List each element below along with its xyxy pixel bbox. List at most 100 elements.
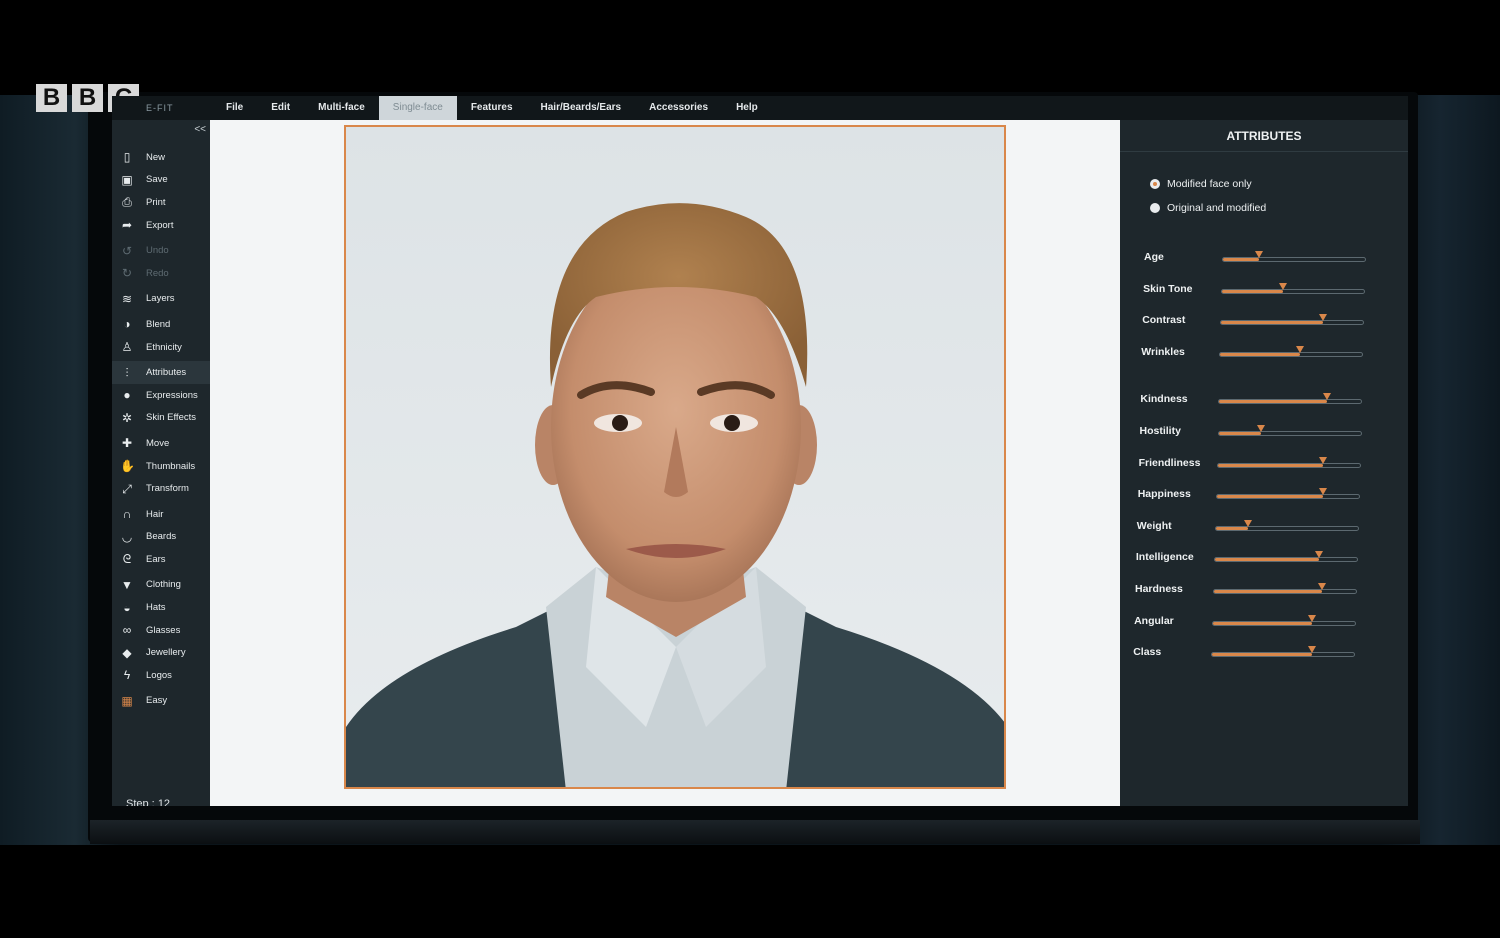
tool-save[interactable]: ▣ Save bbox=[112, 169, 210, 192]
slider-track[interactable] bbox=[1218, 393, 1363, 405]
slider-track[interactable] bbox=[1215, 488, 1360, 500]
layers-icon: ≋ bbox=[121, 291, 133, 306]
tool-clothing[interactable]: ▼ Clothing bbox=[112, 574, 210, 597]
slider-track[interactable] bbox=[1220, 314, 1365, 326]
tool-glasses[interactable]: ∞ Glasses bbox=[112, 619, 210, 642]
tool-logos[interactable]: ϟ Logos bbox=[112, 664, 210, 687]
tool-new[interactable]: ▯ New bbox=[112, 146, 210, 169]
slider-label: Intelligence bbox=[1135, 551, 1194, 564]
tool-move[interactable]: ✚ Move bbox=[112, 432, 210, 455]
tool-ethnicity[interactable]: ♙ Ethnicity bbox=[112, 336, 210, 359]
tool-label: Beards bbox=[146, 531, 177, 543]
tool-label: Glasses bbox=[146, 624, 181, 636]
slider-thumb[interactable] bbox=[1314, 551, 1323, 559]
slider-thumb[interactable] bbox=[1323, 393, 1332, 401]
menu-file[interactable]: File bbox=[212, 96, 257, 120]
tool-export[interactable]: ➦ Export bbox=[112, 214, 210, 237]
slider-track[interactable] bbox=[1219, 345, 1364, 357]
slider-friendliness: Friendliness bbox=[1120, 454, 1408, 474]
slider-thumb[interactable] bbox=[1257, 425, 1266, 432]
slider-thumb[interactable] bbox=[1254, 251, 1263, 258]
logo-letter: B bbox=[72, 84, 103, 112]
slider-track[interactable] bbox=[1216, 456, 1361, 468]
slider-track[interactable] bbox=[1213, 551, 1358, 563]
slider-track[interactable] bbox=[1214, 519, 1359, 531]
tool-expressions[interactable]: ● Expressions bbox=[112, 384, 210, 407]
slider-track[interactable] bbox=[1211, 646, 1356, 658]
slider-thumb[interactable] bbox=[1308, 614, 1317, 622]
tool-redo[interactable]: ↻ Redo bbox=[112, 262, 210, 285]
hair-icon: ∩ bbox=[122, 507, 132, 522]
menu-features[interactable]: Features bbox=[457, 96, 527, 120]
glasses-icon: ∞ bbox=[122, 623, 132, 638]
slider-thumb[interactable] bbox=[1318, 456, 1327, 464]
slider-wrinkles: Wrinkles bbox=[1120, 343, 1408, 363]
hand-icon: ✋ bbox=[120, 459, 135, 474]
sparkle-icon: ✲ bbox=[121, 410, 133, 425]
tool-label: Clothing bbox=[146, 579, 181, 591]
tool-print[interactable]: ⎙ Print bbox=[112, 191, 210, 214]
slider-track[interactable] bbox=[1217, 425, 1362, 436]
view-option-original-and-modified[interactable]: Original and modified bbox=[1150, 202, 1266, 214]
tool-blend[interactable]: ◑ Blend bbox=[112, 313, 210, 336]
tool-layers[interactable]: ≋ Layers bbox=[112, 288, 210, 311]
slider-track[interactable] bbox=[1221, 282, 1366, 294]
slider-label: Contrast bbox=[1142, 314, 1186, 327]
slider-label: Class bbox=[1133, 646, 1162, 659]
menu-multi-face[interactable]: Multi-face bbox=[304, 96, 379, 120]
tool-attributes[interactable]: ⫶ Attributes bbox=[112, 361, 210, 384]
menu-accessories[interactable]: Accessories bbox=[635, 96, 722, 120]
grid-icon: ▦ bbox=[121, 693, 133, 708]
face-canvas[interactable] bbox=[344, 125, 1006, 789]
app-logo: E-FIT bbox=[146, 103, 174, 113]
tool-easy[interactable]: ▦ Easy bbox=[112, 690, 210, 713]
slider-kindness: Kindness bbox=[1120, 390, 1408, 410]
tool-hair[interactable]: ∩ Hair bbox=[112, 503, 210, 526]
slider-label: Kindness bbox=[1140, 393, 1188, 406]
tool-label: Redo bbox=[146, 267, 169, 279]
slider-fill bbox=[1220, 352, 1300, 356]
slider-track[interactable] bbox=[1213, 583, 1357, 594]
tool-list: ▯ New ▣ Save ⎙ Print ➦ Export ↺ Undo ↻ Redo ≋ Layers ◑… bbox=[112, 146, 210, 712]
radio-selected-icon[interactable] bbox=[1150, 179, 1160, 189]
slider-fill bbox=[1222, 289, 1284, 293]
slider-thumb[interactable] bbox=[1319, 488, 1328, 496]
slider-label: Happiness bbox=[1137, 488, 1191, 501]
tool-hats[interactable]: ◒ Hats bbox=[112, 596, 210, 619]
tool-skin-effects[interactable]: ✲ Skin Effects bbox=[112, 407, 210, 430]
slider-thumb[interactable] bbox=[1279, 282, 1288, 290]
tool-label: Ethnicity bbox=[146, 341, 182, 353]
tool-undo[interactable]: ↺ Undo bbox=[112, 239, 210, 262]
printer-icon: ⎙ bbox=[122, 195, 132, 210]
tool-jewellery[interactable]: ◆ Jewellery bbox=[112, 641, 210, 664]
menu-hair-beards-ears[interactable]: Hair/Beards/Ears bbox=[527, 96, 636, 120]
tool-label: Expressions bbox=[146, 389, 198, 401]
slider-angular: Angular bbox=[1120, 612, 1408, 632]
step-label: Step : bbox=[126, 798, 155, 806]
view-option-modified-only[interactable]: Modified face only bbox=[1150, 178, 1252, 190]
letterbox-bottom bbox=[0, 845, 1500, 938]
tool-thumbnails[interactable]: ✋ Thumbnails bbox=[112, 455, 210, 478]
radio-unselected-icon[interactable] bbox=[1150, 203, 1160, 213]
tool-ears[interactable]: ᘓ Ears bbox=[112, 548, 210, 571]
menu-help[interactable]: Help bbox=[722, 96, 772, 120]
slider-fill bbox=[1213, 621, 1313, 625]
slider-label: Friendliness bbox=[1138, 456, 1201, 469]
tool-label: Jewellery bbox=[146, 647, 186, 659]
file-icon: ▯ bbox=[123, 150, 131, 165]
slider-thumb[interactable] bbox=[1319, 314, 1328, 322]
tool-transform[interactable]: ⤢ Transform bbox=[112, 477, 210, 500]
slider-thumb[interactable] bbox=[1244, 519, 1253, 527]
slider-thumb[interactable] bbox=[1307, 646, 1316, 654]
move-icon: ✚ bbox=[121, 436, 133, 451]
app-window: E-FIT File Edit Multi-face Single-face Featu… bbox=[112, 96, 1408, 806]
slider-thumb[interactable] bbox=[1295, 345, 1304, 353]
menu-single-face[interactable]: Single-face bbox=[378, 96, 457, 120]
slider-track[interactable] bbox=[1222, 251, 1366, 262]
slider-track[interactable] bbox=[1212, 614, 1357, 626]
tool-beards[interactable]: ◡ Beards bbox=[112, 526, 210, 549]
collapse-toolbar-button[interactable]: << bbox=[194, 124, 206, 135]
slider-thumb[interactable] bbox=[1317, 583, 1326, 590]
menu-edit[interactable]: Edit bbox=[257, 96, 304, 120]
slider-fill bbox=[1218, 432, 1262, 435]
